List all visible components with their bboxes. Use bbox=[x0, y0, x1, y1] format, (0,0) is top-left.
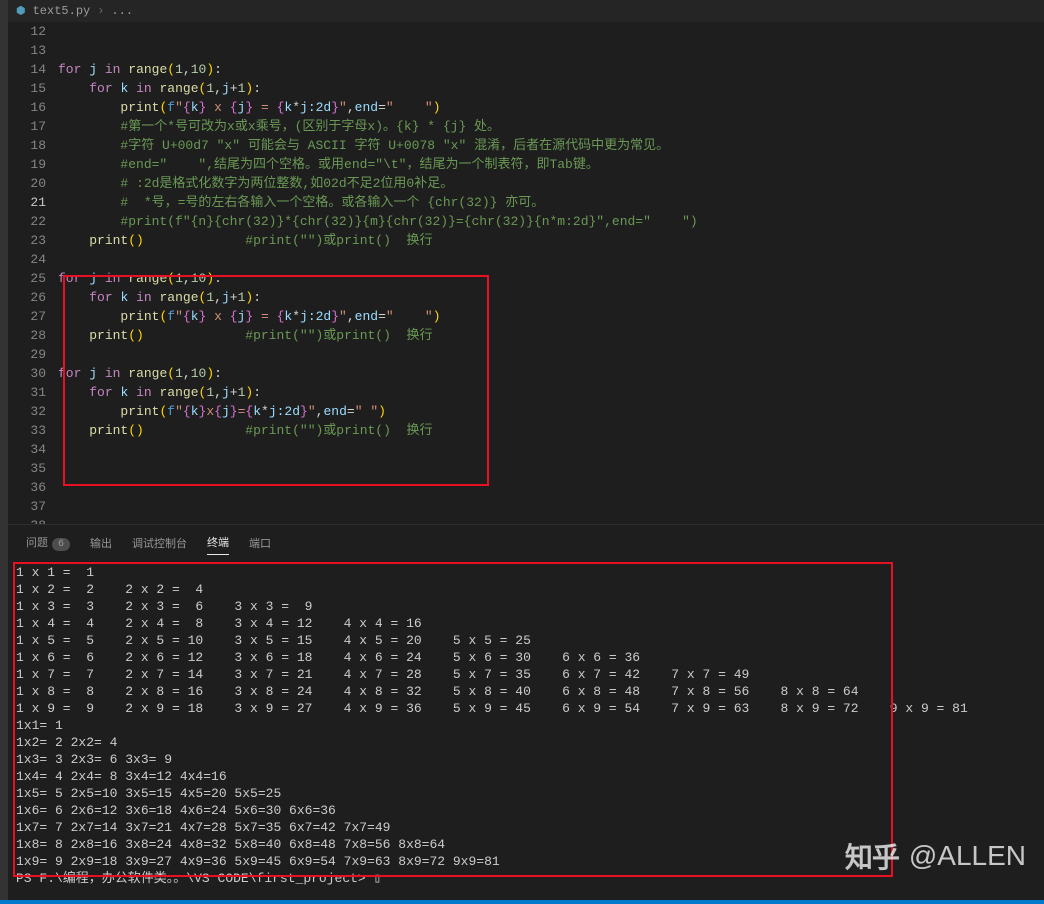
breadcrumb-file[interactable]: text5.py bbox=[33, 4, 91, 18]
tab-ports[interactable]: 端口 bbox=[249, 531, 271, 555]
editor[interactable]: 1213141516171819202122232425262728293031… bbox=[8, 22, 1044, 524]
tab-problems-label: 问题 bbox=[26, 538, 48, 550]
code-area[interactable]: for j in range(1,10): for k in range(1,j… bbox=[58, 22, 1044, 524]
watermark: 知乎 @ALLEN bbox=[845, 836, 1026, 876]
tab-debug[interactable]: 调试控制台 bbox=[132, 531, 187, 555]
activity-bar bbox=[0, 0, 8, 904]
line-gutter: 1213141516171819202122232425262728293031… bbox=[8, 22, 58, 524]
panel-tabs: 问题 6 输出 调试控制台 终端 端口 bbox=[8, 525, 1044, 560]
python-icon: ⬢ bbox=[16, 4, 26, 18]
watermark-author: @ALLEN bbox=[909, 840, 1026, 872]
zhihu-logo: 知乎 bbox=[845, 836, 899, 876]
tab-terminal[interactable]: 终端 bbox=[207, 530, 229, 555]
problems-badge: 6 bbox=[52, 538, 70, 551]
breadcrumb-bar: ⬢ text5.py › ... bbox=[8, 0, 1044, 22]
breadcrumb-suffix[interactable]: ... bbox=[111, 4, 133, 18]
breadcrumb-sep: › bbox=[97, 4, 104, 18]
tab-output[interactable]: 输出 bbox=[90, 531, 112, 555]
status-bar bbox=[0, 900, 1044, 904]
tab-problems[interactable]: 问题 6 bbox=[26, 530, 70, 555]
